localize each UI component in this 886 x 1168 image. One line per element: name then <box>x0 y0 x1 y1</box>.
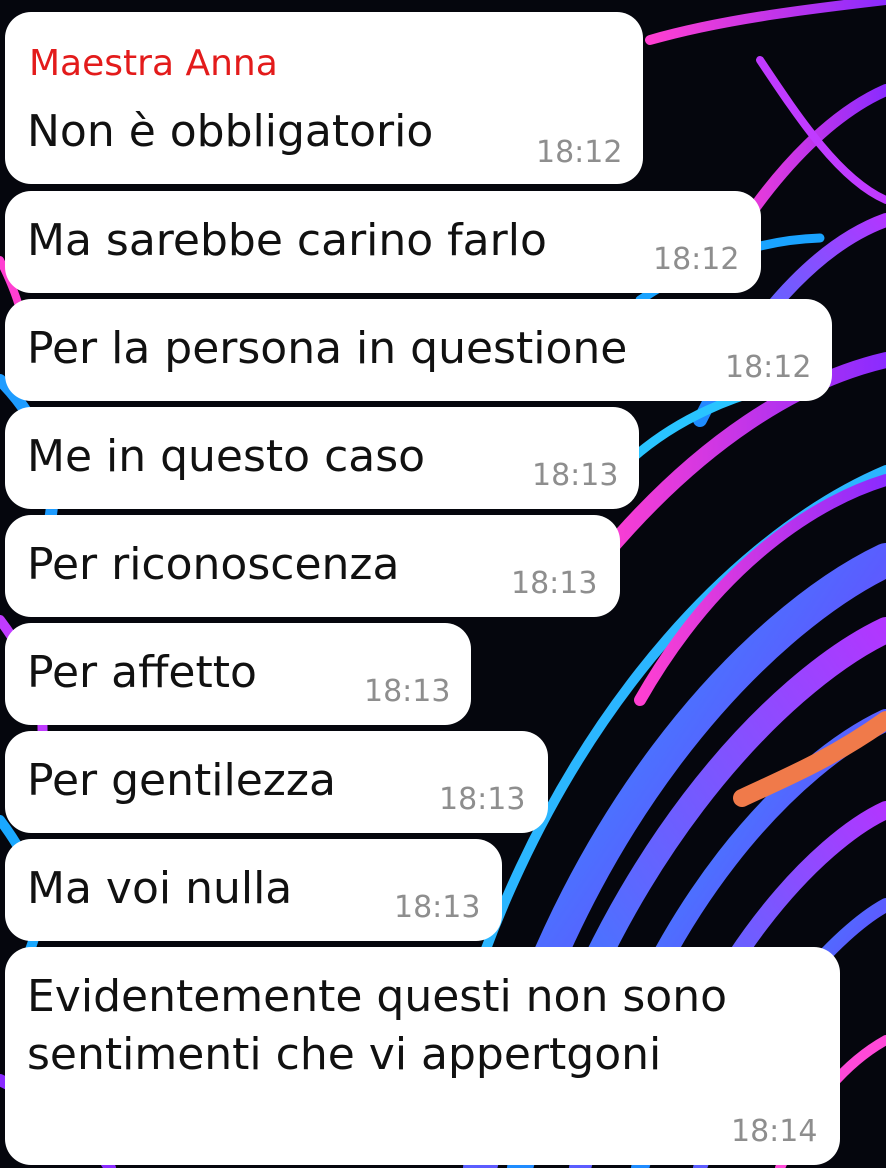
message-bubble[interactable]: Me in questo caso 18:13 <box>5 407 639 509</box>
message-time: 18:13 <box>532 458 619 493</box>
message-text: Per riconoscenza <box>27 539 400 590</box>
message-time: 18:12 <box>536 135 623 170</box>
message-text: Per la persona in questione <box>27 323 628 374</box>
message-bubble[interactable]: Per riconoscenza 18:13 <box>5 515 620 617</box>
message-time: 18:13 <box>364 674 451 709</box>
message-text: Ma sarebbe carino farlo <box>27 215 547 266</box>
message-text-line-1: Evidentemente questi non sono <box>27 971 728 1022</box>
message-text: Me in questo caso <box>27 431 426 482</box>
message-bubble[interactable]: Per gentilezza 18:13 <box>5 731 548 833</box>
message-time: 18:12 <box>725 350 812 385</box>
message-text: Non è obbligatorio <box>27 106 434 157</box>
message-time: 18:13 <box>394 890 481 925</box>
message-bubble[interactable]: Evidentemente questi non sono sentimenti… <box>5 947 840 1165</box>
message-bubble[interactable]: Per affetto 18:13 <box>5 623 471 725</box>
sender-name: Maestra Anna <box>29 43 278 84</box>
message-bubble[interactable]: Ma sarebbe carino farlo 18:12 <box>5 191 761 293</box>
message-time: 18:13 <box>439 782 526 817</box>
message-bubble[interactable]: Per la persona in questione 18:12 <box>5 299 832 401</box>
message-text: Per affetto <box>27 647 257 698</box>
message-time: 18:13 <box>511 566 598 601</box>
message-bubble[interactable]: Maestra Anna Non è obbligatorio 18:12 <box>5 12 643 184</box>
message-text-line-2: sentimenti che vi appertgoni <box>27 1029 662 1080</box>
message-text: Per gentilezza <box>27 755 336 806</box>
message-text: Ma voi nulla <box>27 863 293 914</box>
message-bubble[interactable]: Ma voi nulla 18:13 <box>5 839 502 941</box>
message-time: 18:12 <box>653 242 740 277</box>
message-time: 18:14 <box>731 1114 818 1149</box>
